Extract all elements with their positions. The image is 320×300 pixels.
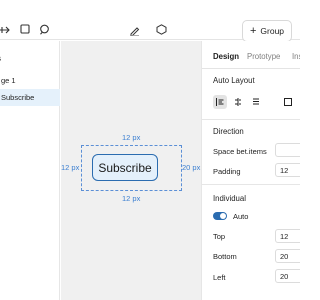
padding-right-measure: 20 px [182, 163, 201, 172]
top-field[interactable]: 12 [275, 229, 300, 243]
subscribe-button-label: Subscribe [98, 160, 152, 175]
add-group-button[interactable]: + Group [242, 20, 292, 42]
layer-item-page[interactable]: ge 1 [0, 72, 60, 89]
left-field[interactable]: 20 [275, 269, 300, 283]
direction-title: Direction [213, 127, 244, 136]
bottom-field[interactable]: 20 [275, 249, 300, 263]
padding-bottom-measure: 12 px [122, 194, 141, 203]
auto-toggle[interactable] [213, 212, 227, 220]
left-value: 20 [280, 271, 289, 281]
component-tool-icon[interactable] [155, 23, 167, 35]
tab-design[interactable]: Design [213, 52, 239, 61]
individual-title: Individual [213, 194, 246, 203]
top-label: Top [213, 232, 226, 241]
auto-layout-title: Auto Layout [213, 76, 255, 85]
bottom-value: 20 [280, 251, 289, 261]
add-group-label: Group [260, 26, 285, 36]
design-canvas[interactable]: Subscribe 12 px 12 px 12 px 20 px [61, 41, 201, 300]
space-between-label: Space bet.items [213, 147, 267, 156]
move-tool-icon[interactable] [0, 24, 12, 36]
frame-icon[interactable] [281, 95, 295, 109]
distribute-icon[interactable] [249, 95, 263, 109]
auto-label: Auto [233, 212, 249, 221]
comment-tool-icon[interactable] [38, 23, 50, 35]
bottom-label: Bottom [213, 252, 237, 261]
panel-divider [202, 184, 300, 185]
subscribe-button-preview[interactable]: Subscribe [92, 154, 158, 181]
align-center-icon[interactable] [231, 95, 245, 109]
layers-sidebar: s ge 1 Subscribe [0, 41, 60, 300]
top-toolbar: + Group [0, 0, 300, 42]
plus-icon: + [249, 24, 257, 37]
padding-top-measure: 12 px [122, 133, 141, 142]
padding-label: Padding [213, 167, 241, 176]
align-left-icon[interactable] [213, 95, 227, 109]
sidebar-heading: s [0, 54, 1, 63]
panel-tabs: Design Prototype Ins [202, 41, 300, 69]
tab-prototype[interactable]: Prototype [247, 52, 280, 61]
padding-field[interactable]: 12 [275, 163, 300, 177]
frame-tool-icon[interactable] [19, 23, 31, 35]
tab-inspect[interactable]: Ins [292, 52, 300, 61]
layer-item-subscribe[interactable]: Subscribe [0, 89, 60, 106]
properties-panel: Design Prototype Ins Auto Layout Directi… [201, 41, 300, 300]
padding-left-measure: 12 px [61, 163, 80, 172]
padding-value: 12 [280, 165, 289, 175]
pen-tool-icon[interactable] [128, 24, 140, 36]
space-between-field[interactable] [275, 143, 300, 157]
panel-divider [202, 119, 300, 120]
layer-item-label: Subscribe [1, 93, 35, 102]
layer-item-label: ge 1 [1, 76, 16, 85]
left-label: Left [213, 273, 226, 282]
top-value: 12 [280, 231, 289, 241]
